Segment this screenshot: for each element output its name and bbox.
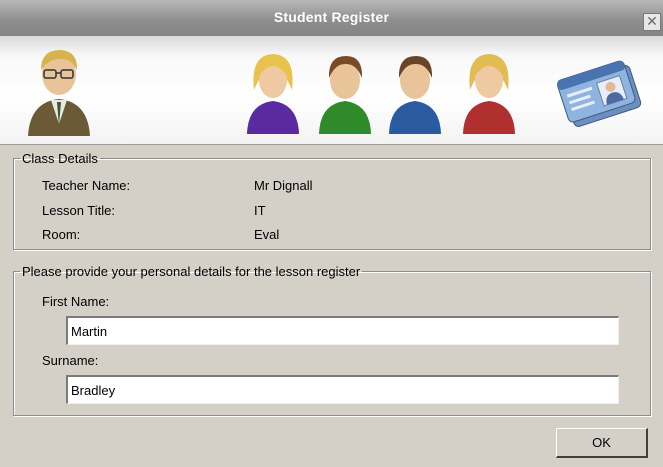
- teacher-name-value: Mr Dignall: [254, 178, 313, 193]
- lesson-title-label: Lesson Title:: [42, 203, 115, 218]
- title-bar[interactable]: Student Register ✕: [0, 0, 663, 36]
- student-blue-avatar-icon: [389, 56, 441, 134]
- surname-field[interactable]: [66, 375, 619, 404]
- student-green-avatar-icon: [319, 56, 371, 134]
- banner-divider: [0, 144, 663, 145]
- first-name-field[interactable]: [66, 316, 619, 345]
- id-card-icon: [556, 60, 642, 127]
- lesson-title-value: IT: [254, 203, 266, 218]
- ok-button[interactable]: OK: [556, 428, 648, 458]
- student-register-window: Student Register ✕ Class Details Teacher…: [0, 0, 663, 467]
- first-name-label: First Name:: [42, 294, 110, 309]
- window-title: Student Register: [273, 9, 390, 25]
- banner: [0, 36, 663, 144]
- student-purple-avatar-icon: [247, 54, 299, 134]
- surname-label: Surname:: [42, 353, 99, 368]
- class-details-legend: Class Details: [22, 151, 98, 166]
- teacher-avatar-icon: [28, 50, 90, 136]
- room-value: Eval: [254, 227, 280, 242]
- room-label: Room:: [42, 227, 81, 242]
- personal-details-legend: Please provide your personal details for…: [22, 264, 361, 279]
- close-icon[interactable]: ✕: [643, 13, 661, 31]
- class-details-group: Class Details: [13, 151, 651, 250]
- student-red-avatar-icon: [463, 54, 515, 134]
- teacher-name-label: Teacher Name:: [42, 178, 131, 193]
